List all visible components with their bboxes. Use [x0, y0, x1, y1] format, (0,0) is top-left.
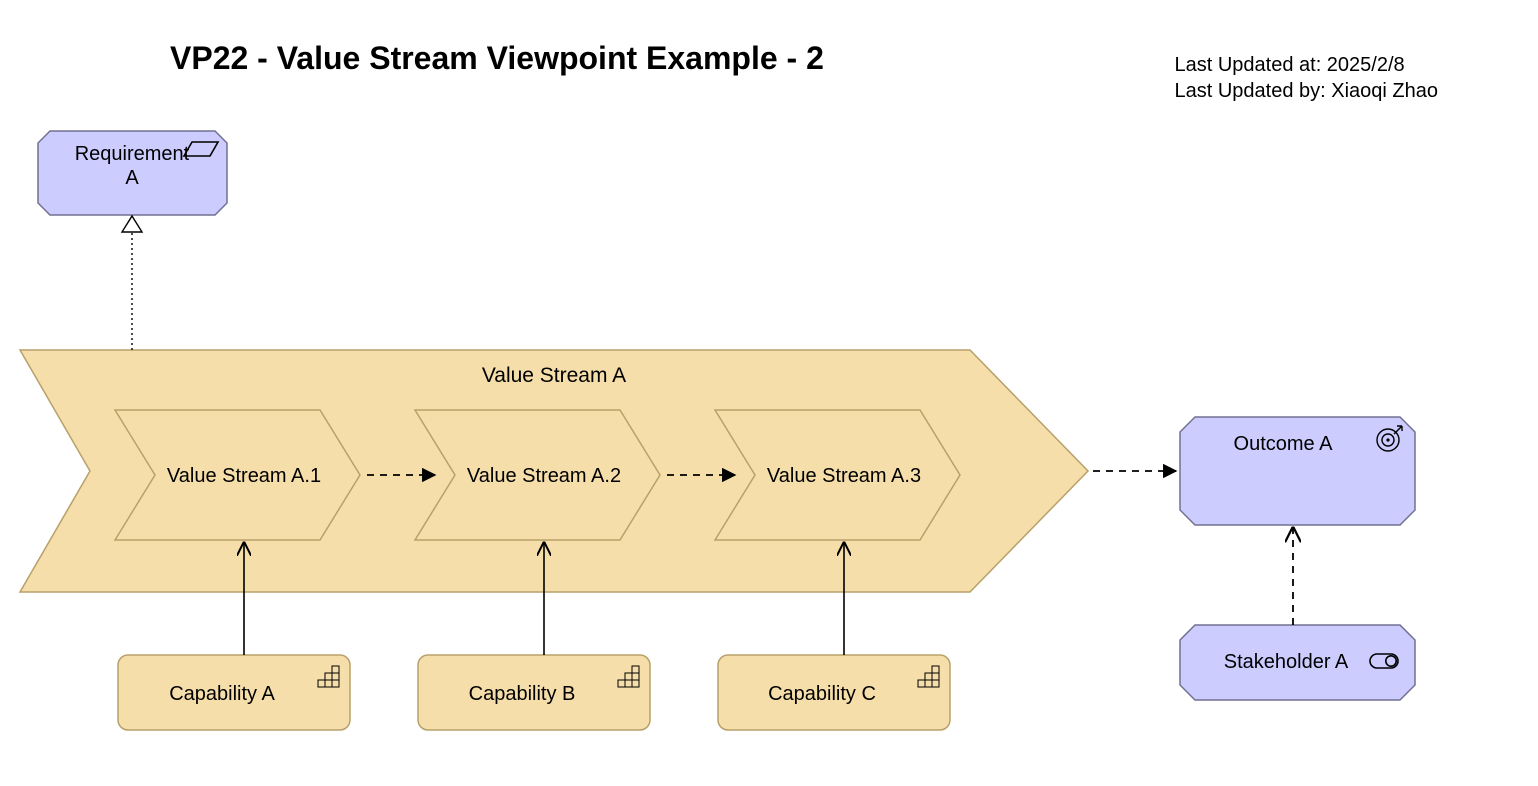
- outcome-label: Outcome A: [1234, 433, 1334, 455]
- diagram-svg: RequirementA Value Stream A Value Stream…: [0, 0, 1538, 786]
- capability-c-label: Capability C: [768, 683, 876, 705]
- diagram-canvas: VP22 - Value Stream Viewpoint Example - …: [0, 0, 1538, 786]
- realization-triangle-icon: [122, 216, 142, 232]
- value-stream-node[interactable]: Value Stream A Value Stream A.1 Value St…: [20, 350, 1088, 592]
- value-stream-stage-3-label: Value Stream A.3: [767, 465, 921, 487]
- value-stream-stage-1-label: Value Stream A.1: [167, 465, 321, 487]
- capability-c-node[interactable]: Capability C: [718, 655, 950, 730]
- value-stream-stage-2-label: Value Stream A.2: [467, 465, 621, 487]
- stakeholder-node[interactable]: Stakeholder A: [1180, 625, 1415, 700]
- capability-a-node[interactable]: Capability A: [118, 655, 350, 730]
- requirement-node[interactable]: RequirementA: [38, 131, 227, 215]
- stakeholder-label: Stakeholder A: [1224, 651, 1349, 673]
- capability-b-node[interactable]: Capability B: [418, 655, 650, 730]
- value-stream-label: Value Stream A: [482, 364, 626, 387]
- outcome-node[interactable]: Outcome A: [1180, 417, 1415, 525]
- capability-b-label: Capability B: [469, 683, 576, 705]
- capability-a-label: Capability A: [169, 683, 275, 705]
